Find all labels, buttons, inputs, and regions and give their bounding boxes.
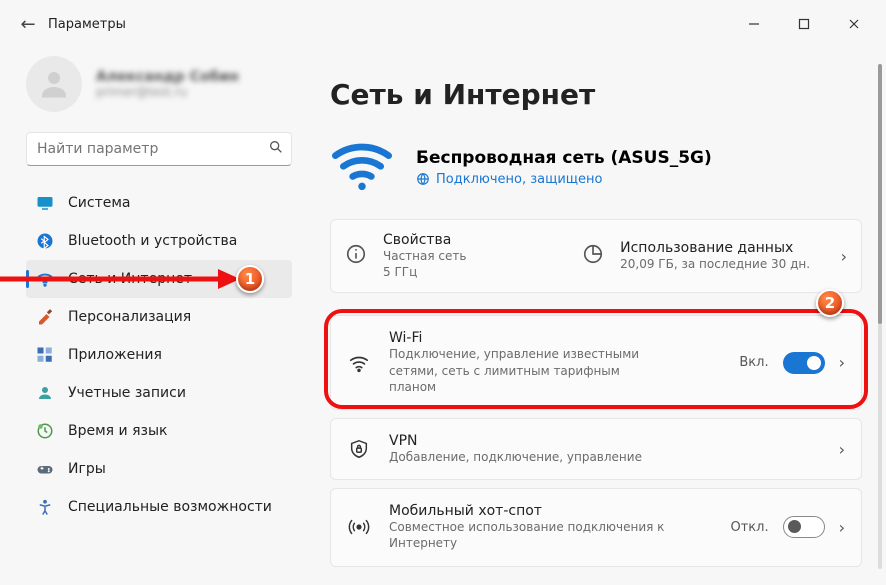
sidebar-item-accounts[interactable]: Учетные записи: [26, 374, 292, 412]
profile-text: Александр Собин primer@test.ru: [96, 69, 239, 99]
card-hotspot-sub: Совместное использование подключения к И…: [389, 519, 712, 551]
card-vpn[interactable]: VPN Добавление, подключение, управление …: [330, 418, 862, 480]
search-icon: [268, 139, 284, 159]
sidebar-item-personalization[interactable]: Персонализация: [26, 298, 292, 336]
scrollbar[interactable]: [878, 64, 882, 569]
sidebar-item-apps[interactable]: Приложения: [26, 336, 292, 374]
card-vpn-title: VPN: [389, 433, 821, 449]
bluetooth-icon: [36, 232, 54, 250]
profile-name: Александр Собин: [96, 69, 239, 85]
sidebar-item-label: Специальные возможности: [68, 499, 272, 515]
account-icon: [36, 384, 54, 402]
sidebar-item-label: Bluetooth и устройства: [68, 233, 237, 249]
annotation-marker-1: 1: [236, 265, 264, 293]
game-icon: [36, 460, 54, 478]
hero-text: Беспроводная сеть (ASUS_5G) Подключено, …: [416, 148, 712, 187]
sidebar-item-accessibility[interactable]: Специальные возможности: [26, 488, 292, 526]
hotspot-icon: [347, 516, 371, 538]
search-input[interactable]: [26, 132, 292, 166]
sidebar: Александр Собин primer@test.ru Система B…: [0, 48, 310, 585]
avatar: [26, 56, 82, 112]
network-hero: Беспроводная сеть (ASUS_5G) Подключено, …: [330, 133, 862, 201]
usage-line1: 20,09 ГБ, за последние 30 дн.: [620, 256, 810, 272]
chevron-right-icon: ›: [839, 440, 845, 459]
maximize-button[interactable]: [790, 10, 818, 38]
wifi-large-icon: [330, 133, 394, 201]
nav-list: Система Bluetooth и устройства Сеть и Ин…: [26, 184, 292, 526]
minimize-button[interactable]: [740, 10, 768, 38]
chart-icon: [582, 243, 604, 269]
sidebar-item-bluetooth[interactable]: Bluetooth и устройства: [26, 222, 292, 260]
main-content: Сеть и Интернет Беспроводная сеть (ASUS_…: [310, 48, 886, 585]
sidebar-item-label: Время и язык: [68, 423, 167, 439]
wifi-toggle-label: Вкл.: [739, 355, 768, 370]
hotspot-toggle-label: Откл.: [730, 520, 768, 535]
brush-icon: [36, 308, 54, 326]
scrollbar-thumb[interactable]: [878, 64, 882, 324]
shield-icon: [347, 438, 371, 460]
sidebar-item-system[interactable]: Система: [26, 184, 292, 222]
sidebar-item-network[interactable]: Сеть и Интернет 1: [26, 260, 292, 298]
properties-line1: Частная сеть: [383, 248, 466, 264]
card-vpn-sub: Добавление, подключение, управление: [389, 449, 821, 465]
annotation-marker-2: 2: [816, 289, 844, 317]
wifi-icon: [347, 352, 371, 374]
window-controls: [740, 10, 874, 38]
info-icon: [345, 243, 367, 269]
card-hotspot[interactable]: Мобильный хот-спот Совместное использова…: [330, 488, 862, 566]
card-wifi[interactable]: Wi-Fi Подключение, управление известными…: [330, 315, 862, 410]
profile-email: primer@test.ru: [96, 85, 239, 99]
sidebar-item-label: Учетные записи: [68, 385, 186, 401]
sidebar-item-label: Персонализация: [68, 309, 191, 325]
sidebar-item-games[interactable]: Игры: [26, 450, 292, 488]
network-name: Беспроводная сеть (ASUS_5G): [416, 148, 712, 168]
search-box[interactable]: [26, 132, 292, 166]
properties-title: Свойства: [383, 232, 466, 248]
back-button[interactable]: ←: [12, 8, 44, 40]
profile-block[interactable]: Александр Собин primer@test.ru: [26, 56, 292, 112]
window-title: Параметры: [48, 17, 126, 32]
sidebar-item-label: Сеть и Интернет: [68, 271, 192, 287]
title-bar: ← Параметры: [0, 0, 886, 48]
accessibility-icon: [36, 498, 54, 516]
wifi-icon: [36, 270, 54, 288]
sidebar-item-label: Игры: [68, 461, 106, 477]
sidebar-item-time[interactable]: Время и язык: [26, 412, 292, 450]
card-wifi-title: Wi-Fi: [389, 330, 721, 346]
network-status: Подключено, защищено: [416, 172, 712, 187]
globe-icon: [416, 172, 430, 186]
system-icon: [36, 194, 54, 212]
apps-icon: [36, 346, 54, 364]
properties-line2: 5 ГГц: [383, 264, 466, 280]
sidebar-item-label: Приложения: [68, 347, 162, 363]
wifi-toggle[interactable]: [783, 352, 825, 374]
clock-icon: [36, 422, 54, 440]
sidebar-item-label: Система: [68, 195, 130, 211]
properties-block[interactable]: Свойства Частная сеть 5 ГГц: [345, 232, 558, 280]
usage-block[interactable]: Использование данных 20,09 ГБ, за послед…: [582, 240, 816, 272]
close-button[interactable]: [840, 10, 868, 38]
chevron-right-icon: ›: [839, 518, 845, 537]
usage-title: Использование данных: [620, 240, 810, 256]
chevron-right-icon: ›: [841, 247, 847, 266]
card-wifi-sub: Подключение, управление известными сетям…: [389, 346, 649, 395]
card-hotspot-title: Мобильный хот-спот: [389, 503, 712, 519]
chevron-right-icon: ›: [839, 353, 845, 372]
hotspot-toggle[interactable]: [783, 516, 825, 538]
page-title: Сеть и Интернет: [330, 78, 862, 111]
summary-row: Свойства Частная сеть 5 ГГц Использовани…: [330, 219, 862, 293]
